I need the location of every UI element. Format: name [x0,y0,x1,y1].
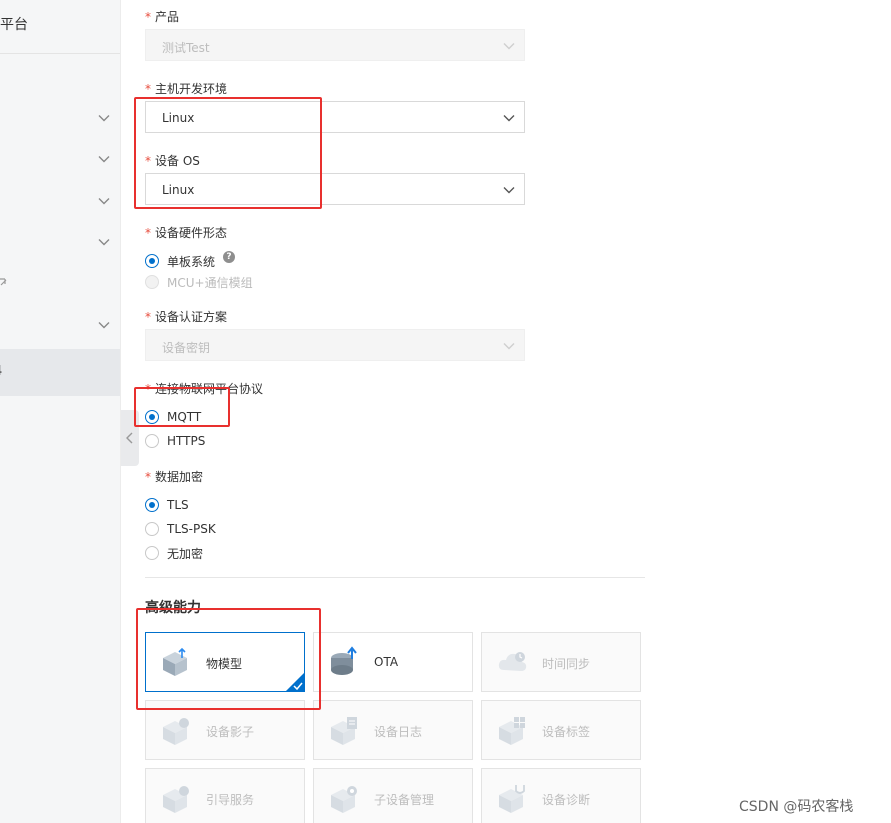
radio-unchecked[interactable] [145,522,159,536]
capability-card-time-sync: 时间同步 [481,632,641,692]
device-shadow-icon [163,718,189,745]
chevron-down-icon [503,43,515,50]
capability-card-device-log: 设备日志 [313,700,473,760]
capability-card-sub-device: 子设备管理 [313,768,473,823]
device-tag-icon [499,717,525,745]
protocol-option-https[interactable]: HTTPS [145,433,205,449]
encryption-option-tls-psk[interactable]: TLS-PSK [145,521,216,537]
capability-label: 时间同步 [542,657,591,671]
required-mark: * [145,82,151,96]
capability-label: 设备诊断 [542,793,591,807]
bootstrap-icon [163,786,189,813]
chevron-down-icon[interactable] [97,318,111,332]
hardware-option-sbc[interactable]: 单板系统 ? [145,251,236,269]
annotation-box-os [134,97,322,209]
section-divider [145,577,645,578]
chevron-down-icon [503,187,515,194]
external-link-icon[interactable] [0,276,8,286]
capability-card-bootstrap: 引导服务 [145,768,305,823]
chevron-down-icon[interactable] [97,235,111,249]
capability-card-device-tag: 设备标签 [481,700,641,760]
ota-icon [331,646,357,675]
hardware-label: * 设备硬件形态 [145,226,228,240]
radio-checked[interactable] [145,498,159,512]
chevron-down-icon [503,115,515,122]
hardware-option-mcu: MCU+通信模组 [145,274,253,290]
capability-label: OTA [374,655,399,669]
watermark: CSDN @码农客栈 [739,799,854,815]
encryption-option-none[interactable]: 无加密 [145,545,203,561]
product-select: 测试Test [145,29,525,61]
product-label: * 产品 [145,10,180,24]
radio-checked[interactable] [145,254,159,268]
chevron-down-icon[interactable] [97,111,111,125]
encryption-label: * 数据加密 [145,470,204,484]
product-value: 测试Test [162,41,210,55]
diagnosis-icon [499,785,525,813]
chevron-down-icon [503,343,515,350]
encryption-option-label: 无加密 [167,546,204,561]
sidebar-title: 平台 [0,17,28,33]
sidebar-item-label: 4 [0,364,2,379]
capability-card-diagnosis: 设备诊断 [481,768,641,823]
capability-label: 子设备管理 [374,793,435,807]
radio-unchecked[interactable] [145,434,159,448]
required-mark: * [145,226,151,240]
capability-card-ota[interactable]: OTA [313,632,473,692]
host-env-label: * 主机开发环境 [145,82,228,96]
sidebar: 平台 4 [0,0,121,823]
chevron-left-icon [126,432,133,444]
sub-device-icon [331,786,357,813]
radio-unchecked[interactable] [145,546,159,560]
auth-select: 设备密钥 [145,329,525,361]
sidebar-divider [0,53,120,54]
chevron-down-icon[interactable] [97,152,111,166]
required-mark: * [145,310,151,324]
time-sync-icon [498,652,527,671]
capability-label: 设备日志 [374,725,423,739]
required-mark: * [145,470,151,484]
hardware-option-label: 单板系统 [167,254,216,269]
protocol-option-label: HTTPS [167,434,206,448]
required-mark: * [145,10,151,24]
encryption-option-tls[interactable]: TLS [145,497,189,513]
annotation-box-thing-model [136,608,321,710]
auth-label: * 设备认证方案 [145,310,228,324]
capability-label: 设备影子 [206,725,255,739]
capability-label: 引导服务 [206,793,255,807]
annotation-box-protocol [134,387,230,427]
encryption-option-label: TLS [167,498,189,512]
radio-disabled [145,275,159,289]
auth-value: 设备密钥 [162,341,211,355]
help-icon[interactable]: ? [223,251,236,263]
capability-label: 设备标签 [542,725,591,739]
device-log-icon [331,717,357,745]
encryption-option-label: TLS-PSK [167,522,216,536]
sidebar-item-active[interactable] [0,349,120,396]
hardware-option-label: MCU+通信模组 [167,275,253,290]
chevron-down-icon[interactable] [97,194,111,208]
